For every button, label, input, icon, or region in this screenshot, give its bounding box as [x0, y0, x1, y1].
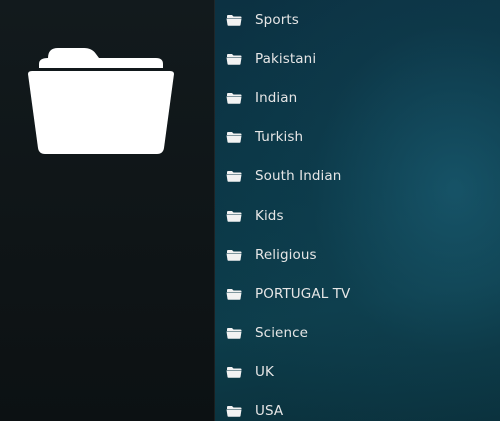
list-item-label: Science: [255, 325, 309, 342]
folder-icon: [226, 92, 242, 104]
media-browser-screen: Sports Pakistani Indian Turkish South In…: [0, 0, 500, 421]
folder-icon: [226, 288, 242, 300]
folder-icon: [226, 210, 242, 222]
preview-pane: [0, 0, 215, 421]
folder-icon: [226, 132, 242, 143]
folder-icon: [226, 328, 242, 339]
list-item-indian[interactable]: Indian: [215, 78, 500, 117]
folder-icon: [226, 249, 242, 261]
folder-icon: [226, 14, 242, 26]
folder-icon: [226, 171, 242, 183]
list-item-label: Pakistani: [255, 50, 317, 67]
list-item-turkish[interactable]: Turkish: [215, 118, 500, 157]
category-list-pane: Sports Pakistani Indian Turkish South In…: [215, 0, 500, 421]
list-item-label: Kids: [255, 207, 284, 224]
list-item-science[interactable]: Science: [215, 314, 500, 353]
folder-icon: [226, 367, 242, 379]
list-item-label: USA: [255, 403, 284, 420]
list-item-label: PORTUGAL TV: [255, 285, 351, 302]
list-item-south-indian[interactable]: South Indian: [215, 157, 500, 196]
list-item-kids[interactable]: Kids: [215, 196, 500, 235]
list-item-label: Turkish: [255, 129, 304, 146]
folder-icon: [28, 48, 174, 154]
list-item-pakistani[interactable]: Pakistani: [215, 39, 500, 78]
list-item-label: Indian: [255, 89, 298, 106]
list-item-label: Religious: [255, 246, 317, 263]
category-list: Sports Pakistani Indian Turkish South In…: [215, 0, 500, 421]
list-item-usa[interactable]: USA: [215, 392, 500, 421]
list-item-sports[interactable]: Sports: [215, 0, 500, 39]
folder-icon: [226, 406, 242, 418]
list-item-label: South Indian: [255, 168, 342, 185]
list-item-label: UK: [255, 364, 274, 381]
list-item-uk[interactable]: UK: [215, 353, 500, 392]
folder-icon: [226, 53, 242, 65]
list-item-portugal-tv[interactable]: PORTUGAL TV: [215, 274, 500, 313]
list-item-religious[interactable]: Religious: [215, 235, 500, 274]
list-item-label: Sports: [255, 11, 299, 28]
